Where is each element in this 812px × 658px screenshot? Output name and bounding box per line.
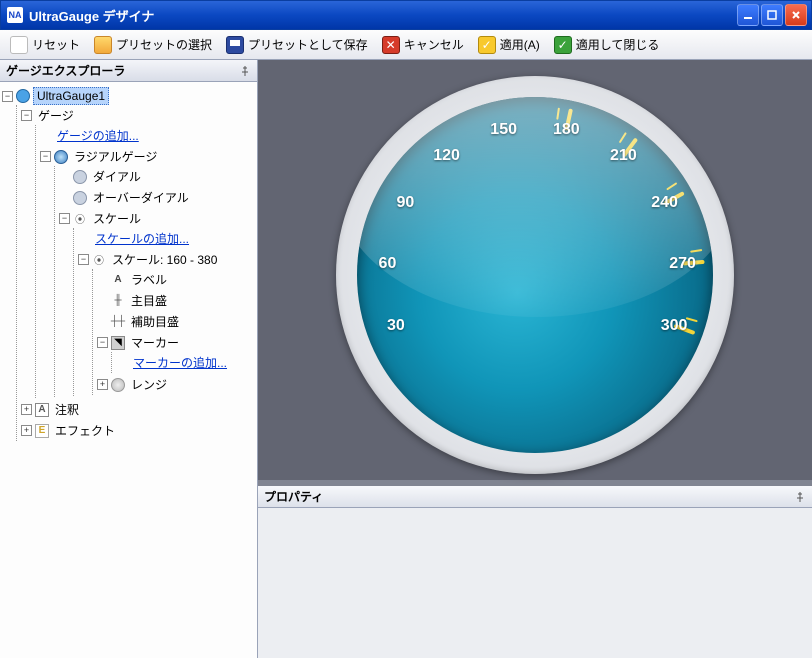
apply-close-label: 適用して閉じる bbox=[576, 36, 660, 53]
tree-link-add-marker[interactable]: マーカーの追加... bbox=[130, 353, 230, 372]
radial-gauge-icon bbox=[54, 150, 68, 164]
tree-node-radial[interactable]: ラジアルゲージ bbox=[71, 147, 160, 166]
window-buttons bbox=[737, 4, 807, 26]
app-icon: NA bbox=[7, 7, 23, 23]
tree-node-ranges[interactable]: レンジ bbox=[128, 375, 170, 394]
expand-toggle[interactable]: − bbox=[59, 213, 70, 224]
choose-preset-button[interactable]: プリセットの選択 bbox=[88, 34, 218, 56]
label-icon: A bbox=[111, 273, 125, 287]
gauge-label: 210 bbox=[610, 147, 637, 165]
expand-toggle[interactable]: − bbox=[78, 254, 89, 265]
save-preset-button[interactable]: プリセットとして保存 bbox=[220, 34, 374, 56]
gauge-label: 90 bbox=[397, 194, 415, 212]
tree-link-add-gauge[interactable]: ゲージの追加... bbox=[54, 126, 142, 145]
tree-node-root[interactable]: UltraGauge1 bbox=[33, 87, 109, 105]
cancel-button[interactable]: ✕ キャンセル bbox=[376, 34, 470, 56]
tree-node-major[interactable]: 主目盛 bbox=[128, 291, 170, 310]
folder-icon bbox=[94, 36, 112, 54]
pin-icon[interactable] bbox=[794, 491, 806, 503]
tree-node-annotations[interactable]: 注釈 bbox=[52, 400, 82, 419]
tree-node-minor[interactable]: 補助目盛 bbox=[128, 312, 182, 331]
apply-button[interactable]: ✓ 適用(A) bbox=[472, 34, 546, 56]
maximize-button[interactable] bbox=[761, 4, 783, 26]
effects-icon: E bbox=[35, 424, 49, 438]
gauge-label: 270 bbox=[669, 255, 696, 273]
explorer-title: ゲージエクスプローラ bbox=[6, 62, 125, 79]
page-icon bbox=[10, 36, 28, 54]
apply-icon: ✓ bbox=[478, 36, 496, 54]
scales-icon: ⦿ bbox=[73, 212, 87, 226]
tree-node-gauges[interactable]: ゲージ bbox=[35, 106, 77, 125]
toolbar: リセット プリセットの選択 プリセットとして保存 ✕ キャンセル ✓ 適用(A)… bbox=[0, 30, 812, 60]
gauge-label: 30 bbox=[387, 317, 405, 335]
apply-label: 適用(A) bbox=[500, 36, 540, 53]
expand-toggle[interactable]: − bbox=[97, 337, 108, 348]
gauge-explorer-panel: ゲージエクスプローラ − UltraGauge1 − bbox=[0, 60, 258, 658]
tree-node-scales[interactable]: スケール bbox=[90, 209, 144, 228]
pin-icon[interactable] bbox=[239, 65, 251, 77]
cancel-label: キャンセル bbox=[404, 36, 464, 53]
marker-icon: ◥ bbox=[111, 336, 125, 350]
gauge-label: 300 bbox=[661, 317, 688, 335]
gauge-canvas[interactable]: 30 60 90 120 150 180 210 240 270 300 bbox=[258, 60, 812, 480]
expand-toggle[interactable]: − bbox=[2, 91, 13, 102]
gauge-root-icon bbox=[16, 89, 30, 103]
expand-toggle[interactable]: + bbox=[97, 379, 108, 390]
gauge-label: 60 bbox=[379, 255, 397, 273]
gauge-label: 120 bbox=[433, 147, 460, 165]
gauge-label: 150 bbox=[490, 121, 517, 139]
tree-node-overdial[interactable]: オーバーダイアル bbox=[90, 188, 192, 207]
cancel-icon: ✕ bbox=[382, 36, 400, 54]
range-icon bbox=[111, 378, 125, 392]
reset-button[interactable]: リセット bbox=[4, 34, 86, 56]
tree-node-effects[interactable]: エフェクト bbox=[52, 421, 118, 440]
over-dial-icon bbox=[73, 191, 87, 205]
minor-tick-icon: ┼┼ bbox=[111, 315, 125, 329]
annotation-icon: A bbox=[35, 403, 49, 417]
main-area: ゲージエクスプローラ − UltraGauge1 − bbox=[0, 60, 812, 658]
gauge-svg bbox=[357, 97, 713, 453]
gauge-bezel: 30 60 90 120 150 180 210 240 270 300 bbox=[336, 76, 734, 474]
gauge-tree[interactable]: − UltraGauge1 − ゲージ bbox=[0, 82, 257, 658]
reset-label: リセット bbox=[32, 36, 80, 53]
choose-preset-label: プリセットの選択 bbox=[116, 36, 212, 53]
ok-icon: ✓ bbox=[554, 36, 572, 54]
dial-icon bbox=[73, 170, 87, 184]
explorer-header: ゲージエクスプローラ bbox=[0, 60, 257, 82]
properties-title: プロパティ bbox=[264, 488, 323, 505]
close-button[interactable] bbox=[785, 4, 807, 26]
expand-toggle[interactable]: + bbox=[21, 404, 32, 415]
title-bar: NA UltraGauge デザイナ bbox=[0, 0, 812, 30]
gauge-label: 180 bbox=[553, 121, 580, 139]
properties-header: プロパティ bbox=[258, 486, 812, 508]
properties-body[interactable] bbox=[258, 508, 812, 658]
gauge-face: 30 60 90 120 150 180 210 240 270 300 bbox=[357, 97, 713, 453]
major-tick-icon: ╫ bbox=[111, 294, 125, 308]
tree-node-markers[interactable]: マーカー bbox=[128, 333, 182, 352]
expand-toggle[interactable]: − bbox=[40, 151, 51, 162]
minimize-button[interactable] bbox=[737, 4, 759, 26]
tree-node-dial[interactable]: ダイアル bbox=[90, 167, 144, 186]
save-preset-label: プリセットとして保存 bbox=[248, 36, 368, 53]
tree-node-scale-item[interactable]: スケール: 160 - 380 bbox=[109, 250, 220, 269]
window-title: UltraGauge デザイナ bbox=[29, 6, 737, 25]
tree-link-add-scale[interactable]: スケールの追加... bbox=[92, 229, 192, 248]
properties-panel: プロパティ bbox=[258, 480, 812, 658]
apply-close-button[interactable]: ✓ 適用して閉じる bbox=[548, 34, 666, 56]
expand-toggle[interactable]: + bbox=[21, 425, 32, 436]
tree-node-labels[interactable]: ラベル bbox=[128, 270, 170, 289]
save-icon bbox=[226, 36, 244, 54]
scale-icon: ⦿ bbox=[92, 253, 106, 267]
right-pane: 30 60 90 120 150 180 210 240 270 300 プロパティ bbox=[258, 60, 812, 658]
gauge-label: 240 bbox=[651, 194, 678, 212]
expand-toggle[interactable]: − bbox=[21, 110, 32, 121]
